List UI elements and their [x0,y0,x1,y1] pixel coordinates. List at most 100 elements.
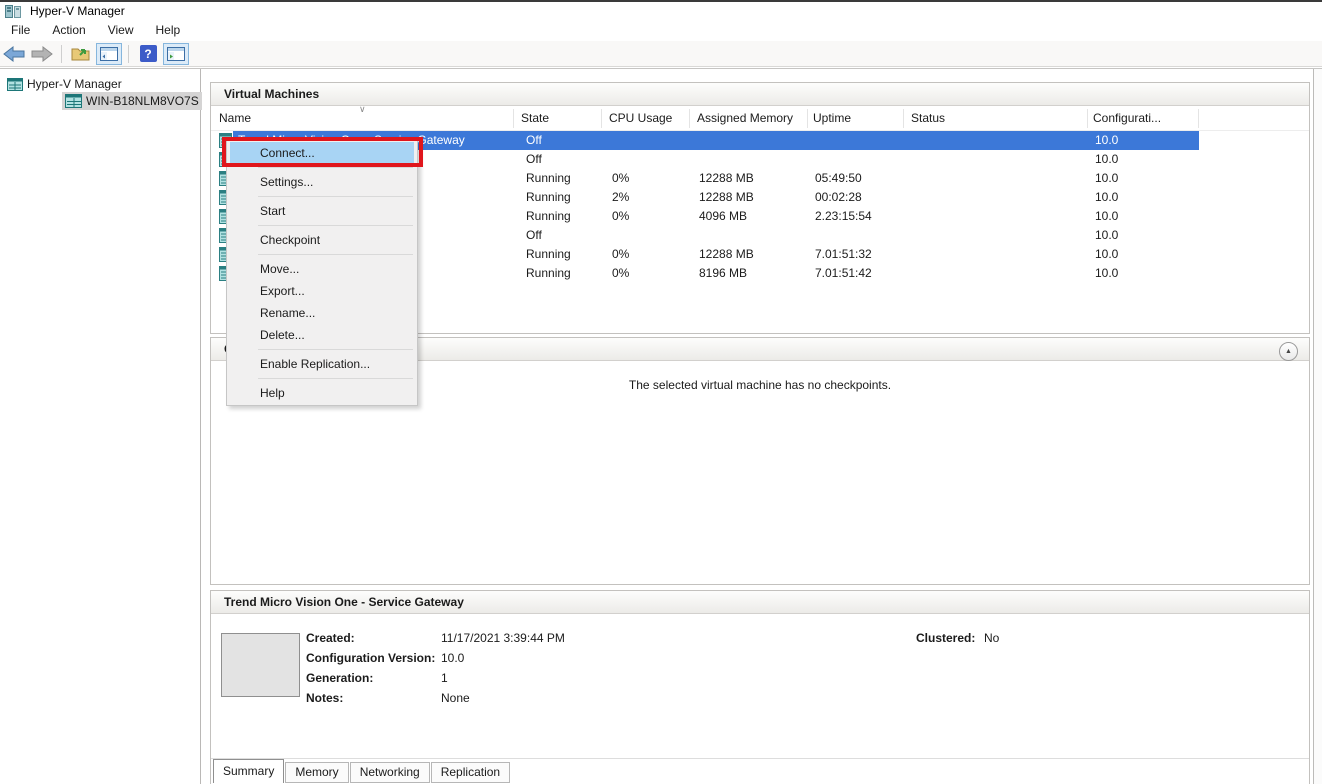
column-separator [903,109,904,128]
collapse-arrow-icon: ▲ [1285,348,1292,355]
vm-cell-memory: 8196 MB [699,266,747,280]
field-label: Configuration Version: [306,648,441,668]
vm-cell-state: Off [526,228,542,242]
clustered-label: Clustered: [916,628,984,648]
help-button[interactable]: ? [135,43,161,65]
help-icon: ? [140,45,157,62]
column-header-cpu[interactable]: CPU Usage [609,111,672,125]
vm-cell-memory: 4096 MB [699,209,747,223]
collapse-panel-button[interactable]: ▲ [1279,342,1298,361]
vm-cell-config: 10.0 [1095,171,1118,185]
toolbar-separator [61,45,62,63]
column-separator [513,109,514,128]
menu-separator [258,196,413,197]
vm-cell-memory: 12288 MB [699,247,754,261]
export-icon [71,45,91,62]
summary-field: Created:11/17/2021 3:39:44 PM [306,628,565,648]
menu-item-settings[interactable]: Settings... [227,171,417,193]
tree-root-hyperv-manager[interactable]: Hyper-V Manager [7,75,122,93]
vm-details-panel-header: Trend Micro Vision One - Service Gateway [211,591,1309,614]
field-label: Created: [306,628,441,648]
back-icon [3,46,25,62]
vm-cell-config: 10.0 [1095,266,1118,280]
column-header-memory[interactable]: Assigned Memory [697,111,793,125]
clustered-value: No [984,631,999,645]
field-label: Notes: [306,688,441,708]
menu-item-delete[interactable]: Delete... [227,324,417,346]
show-action-pane-button[interactable] [163,43,189,65]
summary-field: Notes:None [306,688,565,708]
vm-cell-cpu: 2% [612,190,629,204]
hyperv-manager-window: Hyper-V Manager FileActionViewHelp [0,0,1322,784]
vm-cell-cpu: 0% [612,266,629,280]
field-value: 10.0 [441,651,464,665]
menu-item-enable-replication[interactable]: Enable Replication... [227,353,417,375]
menu-item-start[interactable]: Start [227,200,417,222]
field-label: Generation: [306,668,441,688]
vm-cell-cpu: 0% [612,209,629,223]
tab-summary[interactable]: Summary [213,759,284,783]
column-separator [1198,109,1199,128]
menu-item-export[interactable]: Export... [227,280,417,302]
vm-cell-config: 10.0 [1095,228,1118,242]
tab-memory[interactable]: Memory [285,762,348,783]
tree-item-host[interactable]: WIN-B18NLM8VO7S [62,92,202,110]
host-server-icon [65,94,82,108]
menubar-item-help[interactable]: Help [145,20,192,41]
app-icon [5,5,22,18]
forward-button[interactable] [29,43,55,65]
menu-item-rename[interactable]: Rename... [227,302,417,324]
column-separator [689,109,690,128]
tree-root-label: Hyper-V Manager [27,77,122,91]
vm-cell-cpu: 0% [612,171,629,185]
field-value: 11/17/2021 3:39:44 PM [441,631,565,645]
menubar-item-file[interactable]: File [0,20,41,41]
virtual-machines-panel-header: Virtual Machines [211,83,1309,106]
vm-cell-uptime: 7.01:51:42 [815,266,872,280]
column-header-config[interactable]: Configurati... [1093,111,1161,125]
menu-separator [258,254,413,255]
vm-summary-fields: Created:11/17/2021 3:39:44 PMConfigurati… [306,628,565,708]
column-header-uptime[interactable]: Uptime [813,111,851,125]
tab-networking[interactable]: Networking [350,762,430,783]
column-header-state[interactable]: State [521,111,549,125]
vm-cell-state: Running [526,266,571,280]
vm-cell-config: 10.0 [1095,209,1118,223]
toolbar-separator [128,45,129,63]
column-header-status[interactable]: Status [911,111,945,125]
menu-item-help[interactable]: Help [227,382,417,404]
field-value: 1 [441,671,448,685]
menubar-item-view[interactable]: View [97,20,145,41]
menubar-item-action[interactable]: Action [41,20,96,41]
tab-replication[interactable]: Replication [431,762,510,783]
console-tree: Hyper-V Manager WIN-B18NLM8VO7S [0,69,201,784]
column-separator [807,109,808,128]
menu-item-move[interactable]: Move... [227,258,417,280]
vm-cell-config: 10.0 [1095,152,1118,166]
vm-cell-state: Off [526,152,542,166]
show-console-tree-button[interactable] [96,43,122,65]
menu-item-checkpoint[interactable]: Checkpoint [227,229,417,251]
vm-cell-state: Off [526,133,542,147]
vm-cell-memory: 12288 MB [699,190,754,204]
vm-cell-state: Running [526,171,571,185]
vm-cell-config: 10.0 [1095,190,1118,204]
vm-cell-memory: 12288 MB [699,171,754,185]
menu-separator [258,167,413,168]
details-tabs: SummaryMemoryNetworkingReplication [213,759,511,783]
column-separator [601,109,602,128]
show-console-tree-icon [100,47,118,61]
vm-cell-state: Running [526,190,571,204]
vm-cell-config: 10.0 [1095,247,1118,261]
menu-bar: FileActionViewHelp [0,20,1322,41]
toolbar: ? [0,41,1322,67]
title-bar: Hyper-V Manager [0,2,1322,20]
export-list-button[interactable] [68,43,94,65]
clustered-field: Clustered:No [916,628,999,648]
vm-cell-uptime: 00:02:28 [815,190,862,204]
column-header-name[interactable]: Name [219,111,251,125]
hyperv-manager-icon [7,78,23,91]
vm-list-column-header: Name State CPU Usage Assigned Memory Uptime S… [211,107,1309,131]
vm-thumbnail [221,633,300,697]
back-button[interactable] [1,43,27,65]
